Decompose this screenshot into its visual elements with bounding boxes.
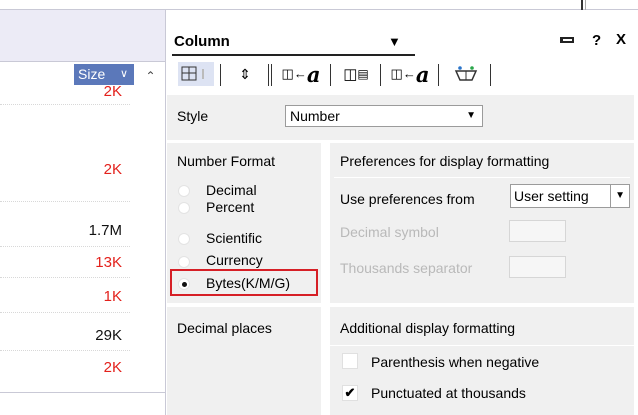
toolbar-separator	[268, 64, 269, 86]
number-format-title: Number Format	[177, 153, 276, 169]
panel-top-border	[165, 0, 638, 10]
radio-percent[interactable]	[178, 202, 190, 214]
row-divider	[0, 350, 130, 351]
decimal-symbol-label: Decimal symbol	[340, 224, 439, 240]
table-top-border	[0, 0, 165, 10]
bytes-highlight-box	[170, 269, 318, 296]
thousands-separator-label: Thousands separator	[340, 260, 473, 276]
style-select-value: Number	[290, 108, 340, 124]
radio-currency[interactable]	[178, 256, 190, 268]
preferences-source-select[interactable]: User setting ▼	[510, 184, 630, 208]
use-preferences-label: Use preferences from	[340, 191, 475, 207]
additional-formatting-title: Additional display formatting	[340, 320, 516, 336]
punctuated-label: Punctuated at thousands	[371, 385, 526, 401]
radio-label-percent: Percent	[206, 199, 255, 215]
table-row-size: 2K	[103, 161, 122, 178]
table-row-size: 1.7M	[88, 222, 122, 239]
preferences-source-value: User setting	[514, 188, 589, 204]
group-separator	[330, 345, 634, 346]
color-icon[interactable]	[448, 62, 484, 86]
tab-column-properties[interactable]	[178, 62, 214, 86]
decimal-symbol-input[interactable]	[509, 220, 566, 242]
size-column-header[interactable]: Size ∨	[74, 64, 134, 85]
font-before-icon[interactable]: ◫← a	[276, 62, 326, 87]
group-divider	[321, 143, 330, 415]
row-divider	[0, 277, 130, 278]
panel-title: Column	[174, 33, 230, 50]
toolbar-separator	[490, 64, 491, 86]
column-icon	[181, 66, 204, 81]
toolbar-separator	[220, 64, 221, 86]
radio-label-scientific: Scientific	[206, 230, 263, 246]
table-scrollbar[interactable]	[136, 85, 165, 415]
chevron-down-icon: ▼	[610, 185, 625, 207]
row-divider	[0, 104, 130, 105]
scroll-up-button[interactable]: ⌃	[136, 64, 165, 85]
decimal-places-title: Decimal places	[177, 320, 272, 336]
radio-label-currency: Currency	[206, 252, 263, 268]
preferences-title: Preferences for display formatting	[340, 153, 550, 169]
table-row-size: 1K	[103, 288, 122, 305]
grid-format-icon[interactable]: ◫ ▤	[336, 62, 376, 86]
size-header-label: Size	[78, 66, 106, 82]
toolbar-separator	[438, 64, 439, 86]
radio-scientific[interactable]	[178, 233, 190, 245]
row-divider	[0, 201, 130, 202]
row-divider	[0, 246, 130, 247]
row-divider	[0, 312, 130, 313]
panel-toolbar: ⇕ ◫← a ◫ ▤ ◫← a	[172, 62, 572, 87]
toolbar-separator	[380, 64, 381, 86]
radio-label-decimal: Decimal	[206, 182, 257, 198]
title-dropdown-underline	[172, 54, 415, 56]
help-icon[interactable]: ?	[592, 32, 601, 49]
table-header-area	[0, 10, 165, 62]
paren-negative-checkbox[interactable]	[342, 353, 358, 369]
paren-negative-label: Parenthesis when negative	[371, 354, 540, 370]
font-after-icon[interactable]: ◫← a	[386, 62, 434, 87]
chevron-down-icon[interactable]: ∨	[120, 64, 128, 85]
pin-icon[interactable]	[560, 37, 574, 43]
table-row-size: 13K	[95, 254, 122, 271]
panel-divider-mark	[585, 0, 638, 10]
panel-divider-mark	[581, 0, 583, 10]
style-select[interactable]: Number ▼	[285, 105, 483, 127]
chevron-down-icon: ▼	[466, 110, 476, 121]
table-row-size: 29K	[95, 327, 122, 344]
radio-decimal[interactable]	[178, 185, 190, 197]
thousands-separator-input[interactable]	[509, 256, 566, 278]
punctuated-checkbox[interactable]: ✔	[342, 385, 358, 401]
table-row-size: 2K	[103, 359, 122, 376]
toolbar-separator	[271, 64, 272, 86]
sort-icon[interactable]: ⇕	[228, 62, 262, 86]
table-bottom-border	[0, 392, 165, 415]
panel-dropdown-arrow-icon[interactable]: ▼	[388, 34, 401, 49]
close-icon[interactable]: X	[616, 31, 626, 48]
toolbar-separator	[330, 64, 331, 86]
table-row-size: 2K	[103, 83, 122, 100]
style-label: Style	[177, 108, 209, 124]
